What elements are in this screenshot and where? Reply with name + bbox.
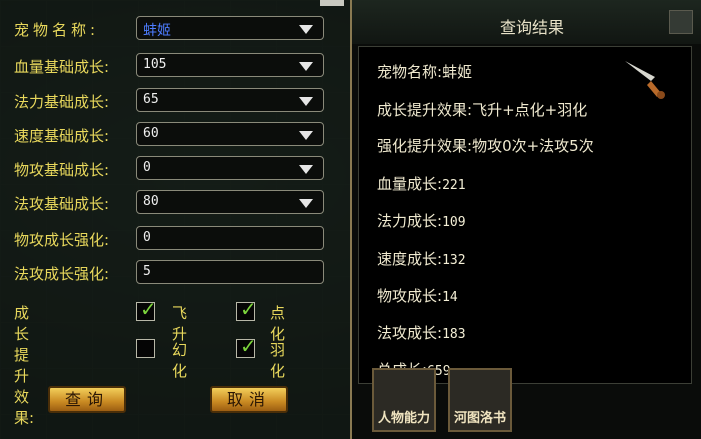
- phys-atk-growth-row: 物攻基础成长: 0: [0, 156, 340, 182]
- result-enhance: 强化提升效果:物攻0次+法攻5次: [377, 135, 594, 156]
- yuhua-checkbox[interactable]: ✓: [236, 334, 257, 358]
- result-mag-atk: 法攻成长:183: [377, 322, 466, 343]
- result-effect: 成长提升效果:飞升+点化+羽化: [377, 99, 587, 120]
- result-body: 宠物名称:蚌姬 成长提升效果:飞升+点化+羽化 强化提升效果:物攻0次+法攻5次…: [358, 46, 692, 384]
- result-phys-atk: 物攻成长:14: [377, 285, 458, 306]
- chevron-down-icon[interactable]: [299, 131, 313, 140]
- chevron-down-icon[interactable]: [299, 97, 313, 106]
- result-effect-label: 成长提升效果:: [377, 101, 473, 119]
- mag-enhance-row: 法攻成长强化: 5: [0, 260, 340, 286]
- feisheng-checkbox[interactable]: ✓: [136, 297, 157, 321]
- character-ability-button[interactable]: 人物能力: [372, 368, 436, 432]
- hp-growth-value: 105: [143, 57, 167, 72]
- pet-name-value: 蚌姬: [143, 23, 171, 39]
- mag-enhance-value: 5: [143, 264, 151, 279]
- result-phys-atk-label: 物攻成长:: [377, 287, 443, 305]
- result-pet-name-label: 宠物名称:: [377, 63, 443, 81]
- result-title: 查询结果: [500, 18, 565, 37]
- close-icon[interactable]: [669, 10, 693, 34]
- phys-enhance-row: 物攻成长强化: 0: [0, 226, 340, 252]
- hetu-luoshu-button[interactable]: 河图洛书: [448, 368, 512, 432]
- effect-label: 成长提升效果:: [14, 304, 35, 427]
- result-pet-name: 宠物名称:蚌姬: [377, 61, 472, 82]
- chevron-down-icon[interactable]: [299, 25, 313, 34]
- query-button[interactable]: 查询: [48, 386, 126, 413]
- mag-atk-growth-select[interactable]: 80: [136, 190, 324, 214]
- result-speed-label: 速度成长:: [377, 250, 443, 268]
- result-enhance-label: 强化提升效果:: [377, 137, 473, 155]
- result-panel: 查询结果 宠物名称:蚌姬 成长提升效果:飞升+点化+羽化 强化提升效果:物攻0次…: [350, 0, 701, 439]
- character-ability-label: 人物能力: [377, 411, 430, 426]
- mp-growth-row: 法力基础成长: 65: [0, 88, 340, 114]
- result-pet-name-value: 蚌姬: [442, 63, 473, 81]
- mp-growth-select[interactable]: 65: [136, 88, 324, 112]
- speed-growth-select[interactable]: 60: [136, 122, 324, 146]
- result-hp-label: 血量成长:: [377, 175, 443, 193]
- result-mag-atk-value: 183: [442, 327, 466, 342]
- result-mp-label: 法力成长:: [377, 212, 443, 230]
- chevron-down-icon[interactable]: [299, 62, 313, 71]
- chevron-down-icon[interactable]: [299, 199, 313, 208]
- check-icon: ✓: [240, 297, 257, 321]
- huanhua-checkbox[interactable]: [136, 339, 155, 358]
- huanhua-label: 幻化: [172, 341, 188, 380]
- feisheng-label: 飞升: [172, 304, 188, 343]
- dianhua-label: 点化: [270, 304, 286, 343]
- result-mag-atk-label: 法攻成长:: [377, 324, 443, 342]
- result-speed-value: 132: [442, 253, 466, 268]
- dianhua-checkbox[interactable]: ✓: [236, 297, 257, 321]
- mag-atk-growth-label: 法攻基础成长:: [14, 195, 110, 213]
- panel-corner-decoration: [320, 0, 344, 6]
- result-enhance-value: 物攻0次+法攻5次: [472, 137, 594, 155]
- yuhua-label: 羽化: [270, 341, 286, 380]
- result-header: 查询结果: [352, 0, 701, 44]
- phys-enhance-label: 物攻成长强化:: [14, 231, 110, 249]
- chevron-down-icon[interactable]: [299, 165, 313, 174]
- phys-atk-growth-select[interactable]: 0: [136, 156, 324, 180]
- phys-atk-growth-label: 物攻基础成长:: [14, 161, 110, 179]
- check-icon: ✓: [140, 297, 157, 321]
- mp-growth-value: 65: [143, 92, 159, 107]
- mag-atk-growth-row: 法攻基础成长: 80: [0, 190, 340, 216]
- phys-enhance-value: 0: [143, 230, 151, 245]
- result-mp: 法力成长:109: [377, 210, 466, 231]
- result-hp: 血量成长:221: [377, 173, 466, 194]
- phys-atk-growth-value: 0: [143, 160, 151, 175]
- query-form-panel: 宠物名称: 蚌姬 血量基础成长: 105 法力基础成长: 65 速度基础成长: …: [0, 0, 350, 439]
- result-hp-value: 221: [442, 178, 466, 193]
- mp-growth-label: 法力基础成长:: [14, 93, 110, 111]
- result-effect-value: 飞升+点化+羽化: [472, 101, 588, 119]
- result-phys-atk-value: 14: [442, 290, 458, 305]
- result-mp-value: 109: [442, 215, 466, 230]
- cancel-button[interactable]: 取消: [210, 386, 288, 413]
- hp-growth-select[interactable]: 105: [136, 53, 324, 77]
- result-speed: 速度成长:132: [377, 248, 466, 269]
- mag-enhance-label: 法攻成长强化:: [14, 265, 110, 283]
- mag-enhance-input[interactable]: 5: [136, 260, 324, 284]
- pet-name-select[interactable]: 蚌姬: [136, 16, 324, 40]
- speed-growth-label: 速度基础成长:: [14, 127, 110, 145]
- dagger-icon: [625, 61, 665, 99]
- speed-growth-row: 速度基础成长: 60: [0, 122, 340, 148]
- hp-growth-label: 血量基础成长:: [14, 58, 110, 76]
- pet-name-label: 宠物名称:: [14, 21, 100, 39]
- pet-name-row: 宠物名称: 蚌姬: [0, 16, 340, 42]
- speed-growth-value: 60: [143, 126, 159, 141]
- hetu-luoshu-label: 河图洛书: [453, 411, 506, 426]
- phys-enhance-input[interactable]: 0: [136, 226, 324, 250]
- hp-growth-row: 血量基础成长: 105: [0, 53, 340, 79]
- check-icon: ✓: [240, 334, 257, 358]
- mag-atk-growth-value: 80: [143, 194, 159, 209]
